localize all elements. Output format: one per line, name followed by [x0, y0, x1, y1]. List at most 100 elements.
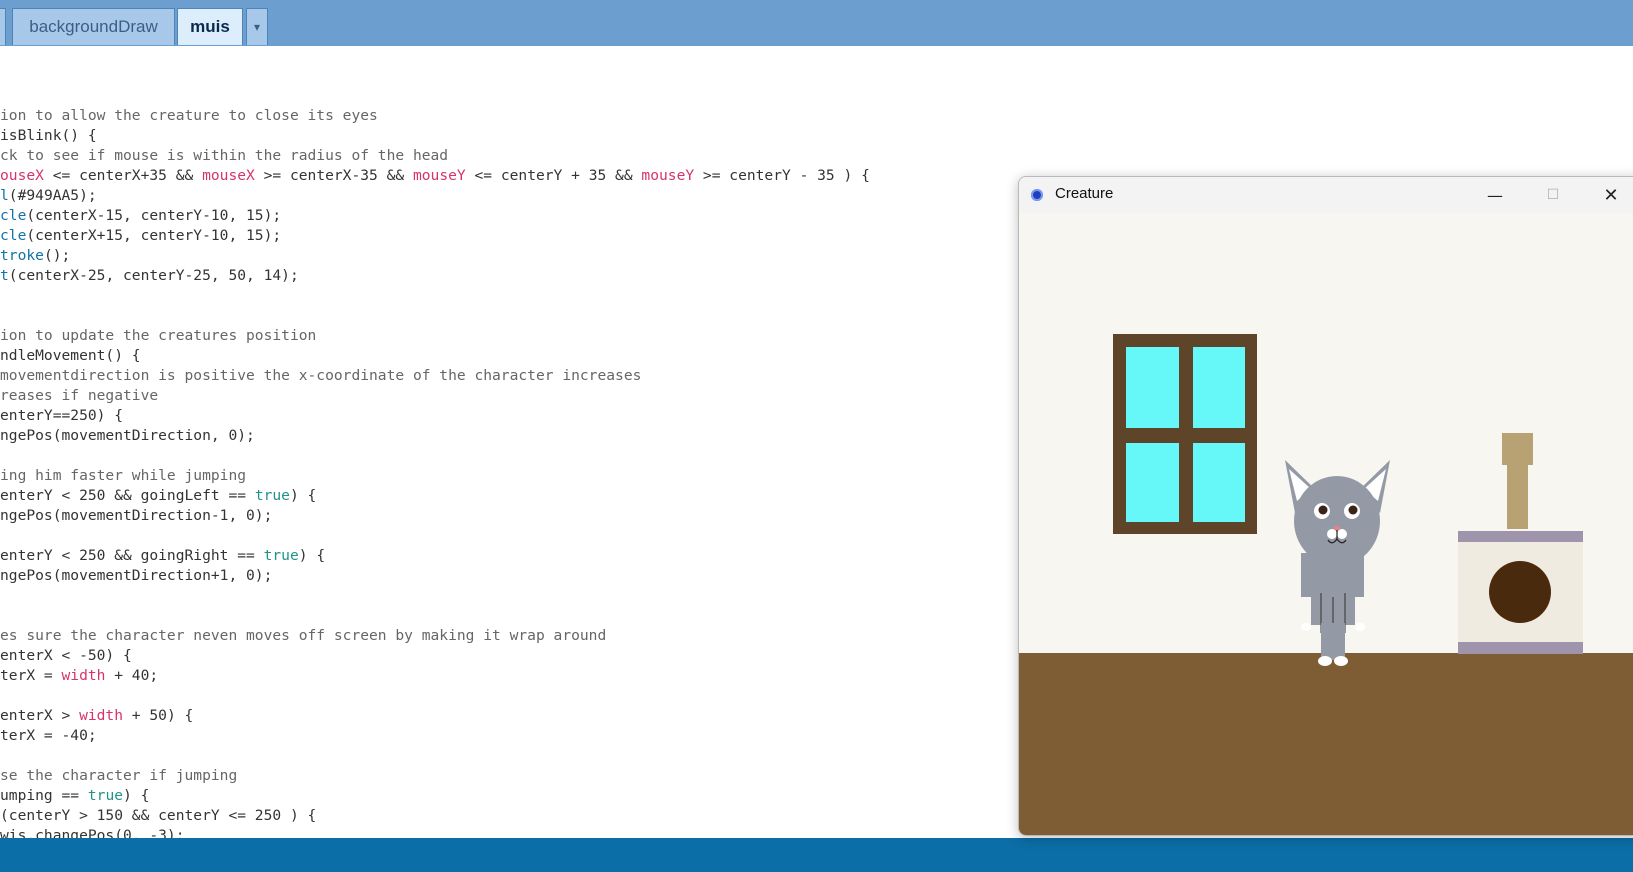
code-token: enterY==250) {: [0, 407, 124, 424]
code-token: wis.changePos(0, -3);: [0, 827, 185, 838]
tab-label: muis: [190, 17, 230, 36]
window-pane: [1126, 347, 1179, 428]
tab-bar: backgroundDraw muis ▾: [0, 0, 1633, 46]
code-line[interactable]: umping == true) {: [0, 786, 870, 806]
code-token: ck to see if mouse is within the radius …: [0, 147, 449, 164]
code-token: ) {: [298, 547, 326, 564]
code-line[interactable]: [0, 526, 870, 546]
code-line[interactable]: terX = -40;: [0, 726, 870, 746]
tab-muis[interactable]: muis: [177, 8, 243, 45]
code-token: ion to update the creatures position: [0, 327, 317, 344]
code-token: <= centerY + 35 &&: [465, 167, 642, 184]
code-line[interactable]: [0, 606, 870, 626]
code-line[interactable]: reases if negative: [0, 386, 870, 406]
code-token: umping ==: [0, 787, 88, 804]
tab-label: backgroundDraw: [29, 17, 158, 36]
code-token: >= centerY - 35 ) {: [694, 167, 870, 184]
code-token: (centerX-15, centerY-10, 15);: [26, 207, 282, 224]
code-token: se the character if jumping: [0, 767, 238, 784]
window-titlebar[interactable]: Creature — ☐ ✕: [1019, 177, 1633, 213]
code-line[interactable]: se the character if jumping: [0, 766, 870, 786]
code-line[interactable]: wis.changePos(0, -3);: [0, 826, 870, 838]
code-token: enterX < -50) {: [0, 647, 132, 664]
sketch-canvas[interactable]: [1019, 213, 1633, 836]
floor: [1019, 653, 1633, 835]
cat-cheek: [1337, 529, 1347, 539]
code-token: ) {: [123, 787, 150, 804]
tab-backgrounddraw[interactable]: backgroundDraw: [12, 8, 175, 45]
code-token: enterY < 250 && goingRight ==: [0, 547, 264, 564]
code-line[interactable]: ngePos(movementDirection-1, 0);: [0, 506, 870, 526]
code-line[interactable]: ion to allow the creature to close its e…: [0, 106, 870, 126]
window-picture: [1113, 334, 1257, 534]
code-line[interactable]: movementdirection is positive the x-coor…: [0, 366, 870, 386]
code-line[interactable]: troke();: [0, 246, 870, 266]
code-token: ngePos(movementDirection-1, 0);: [0, 507, 273, 524]
code-token: + 50) {: [123, 707, 194, 724]
code-text[interactable]: ion to allow the creature to close its e…: [0, 106, 870, 838]
code-token: ing him faster while jumping: [0, 467, 247, 484]
code-line[interactable]: l(#949AA5);: [0, 186, 870, 206]
code-token: <= centerX+35 &&: [43, 167, 203, 184]
code-token: troke: [0, 247, 44, 264]
code-token: >= centerX-35 &&: [254, 167, 413, 184]
code-token: isBlink() {: [0, 127, 97, 144]
code-line[interactable]: [0, 446, 870, 466]
code-line[interactable]: [0, 686, 870, 706]
close-icon: ✕: [1603, 184, 1619, 206]
code-token: t: [0, 267, 9, 284]
code-line[interactable]: enterX > width + 50) {: [0, 706, 870, 726]
code-token: (centerX-25, centerY-25, 50, 14);: [8, 267, 299, 284]
code-line[interactable]: ngePos(movementDirection, 0);: [0, 426, 870, 446]
code-token: terX = -40;: [0, 727, 97, 744]
tower-hole: [1489, 561, 1551, 623]
code-token: width: [79, 707, 124, 724]
code-line[interactable]: (centerY > 150 && centerY <= 250 ) {: [0, 806, 870, 826]
code-line[interactable]: [0, 586, 870, 606]
code-token: reases if negative: [0, 387, 159, 404]
code-line[interactable]: cle(centerX+15, centerY-10, 15);: [0, 226, 870, 246]
code-token: mouseX: [202, 167, 255, 184]
code-line[interactable]: ouseX <= centerX+35 && mouseX >= centerX…: [0, 166, 870, 186]
code-token: ngePos(movementDirection, 0);: [0, 427, 255, 444]
window-pane: [1126, 443, 1179, 522]
tab-menu-button[interactable]: ▾: [246, 8, 268, 45]
sketch-window[interactable]: Creature — ☐ ✕: [1018, 176, 1633, 836]
code-line[interactable]: [0, 286, 870, 306]
maximize-button[interactable]: ☐: [1525, 177, 1581, 213]
code-token: terX =: [0, 667, 62, 684]
tab-hidden[interactable]: [0, 8, 6, 45]
code-line[interactable]: [0, 746, 870, 766]
cat-pupil: [1318, 505, 1328, 515]
code-token: true: [87, 787, 124, 804]
code-line[interactable]: ngePos(movementDirection+1, 0);: [0, 566, 870, 586]
code-line[interactable]: [0, 306, 870, 326]
code-line[interactable]: enterX < -50) {: [0, 646, 870, 666]
code-line[interactable]: es sure the character neven moves off sc…: [0, 626, 870, 646]
code-line[interactable]: enterY==250) {: [0, 406, 870, 426]
cat-paw: [1334, 656, 1348, 666]
code-line[interactable]: ndleMovement() {: [0, 346, 870, 366]
code-line[interactable]: cle(centerX-15, centerY-10, 15);: [0, 206, 870, 226]
code-line[interactable]: isBlink() {: [0, 126, 870, 146]
code-token: cle: [0, 227, 27, 244]
code-token: l: [0, 187, 9, 204]
code-token: (#949AA5);: [8, 187, 97, 204]
code-token: (centerX+15, centerY-10, 15);: [26, 227, 282, 244]
code-token: enterY < 250 && goingLeft ==: [0, 487, 255, 504]
code-line[interactable]: enterY < 250 && goingRight == true) {: [0, 546, 870, 566]
code-token: cle: [0, 207, 27, 224]
code-line[interactable]: t(centerX-25, centerY-25, 50, 14);: [0, 266, 870, 286]
window-pane: [1193, 347, 1245, 428]
status-bar: [0, 838, 1633, 872]
code-line[interactable]: ion to update the creatures position: [0, 326, 870, 346]
code-token: es sure the character neven moves off sc…: [0, 627, 607, 644]
minimize-button[interactable]: —: [1467, 177, 1523, 213]
window-pane: [1193, 443, 1245, 522]
code-line[interactable]: terX = width + 40;: [0, 666, 870, 686]
code-line[interactable]: ing him faster while jumping: [0, 466, 870, 486]
code-line[interactable]: ck to see if mouse is within the radius …: [0, 146, 870, 166]
code-token: ();: [43, 247, 71, 264]
code-line[interactable]: enterY < 250 && goingLeft == true) {: [0, 486, 870, 506]
close-button[interactable]: ✕: [1583, 177, 1633, 213]
